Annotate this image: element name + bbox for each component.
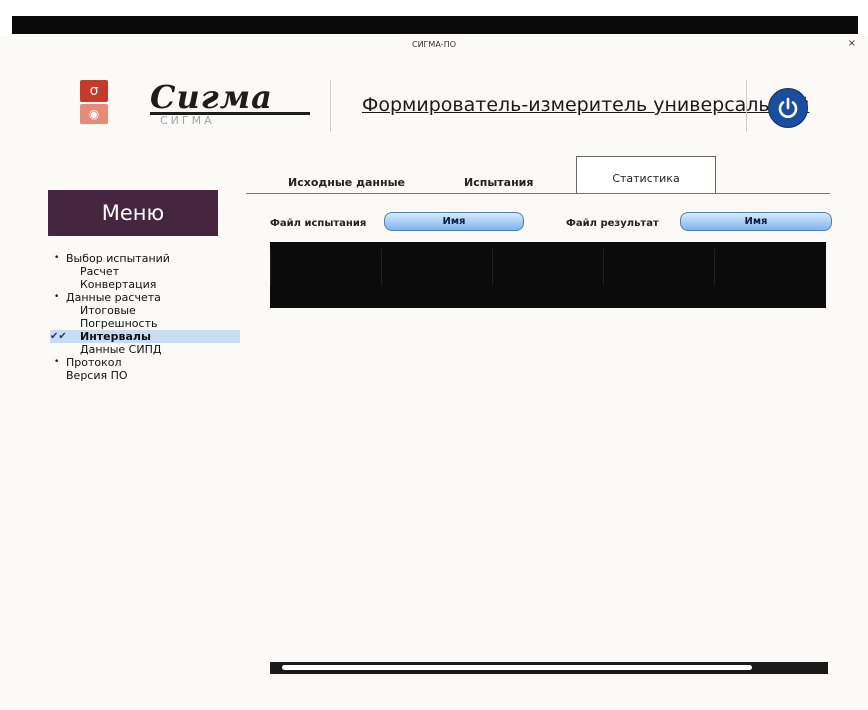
table-header-cell: [492, 249, 603, 285]
tab-divider: [246, 193, 830, 194]
result-file-label: Файл результат: [566, 218, 659, 229]
app-title: Формирователь-измеритель универсальный: [362, 94, 810, 116]
scrollbar-thumb[interactable]: [282, 665, 752, 670]
menu-item-sipd-data[interactable]: Данные СИПД: [50, 343, 240, 356]
bullet-icon: •: [54, 357, 60, 367]
menu-item-error[interactable]: Погрешность: [50, 317, 240, 330]
test-file-button[interactable]: Имя: [384, 212, 524, 231]
power-icon: [778, 97, 798, 118]
power-button[interactable]: [768, 88, 808, 128]
table-header-cell: [270, 249, 381, 285]
result-file-button[interactable]: Имя: [680, 212, 832, 231]
menu-item-label: Расчет: [80, 265, 120, 278]
bullet-icon: •: [54, 292, 60, 302]
close-icon[interactable]: ×: [848, 38, 856, 49]
menu-item-calculation[interactable]: Расчет: [50, 265, 240, 278]
test-file-label: Файл испытания: [270, 218, 367, 229]
window-title: СИГМА-ПО: [411, 40, 457, 49]
statistics-table[interactable]: [270, 242, 826, 308]
tab-bar: Исходные данные Испытания Статистика: [246, 156, 826, 194]
menu-item-label: Конвертация: [80, 278, 157, 291]
menu-item-label: Протокол: [66, 356, 122, 369]
tab-tests[interactable]: Испытания: [464, 176, 533, 189]
menu-item-conversion[interactable]: Конвертация: [50, 278, 240, 291]
menu-item-intervals[interactable]: ✔✔ Интервалы: [50, 330, 240, 343]
sidebar-menu: • Выбор испытаний Расчет Конвертация • Дан…: [50, 252, 240, 382]
menu-item-label: Данные СИПД: [80, 343, 162, 356]
header-divider: [330, 80, 331, 132]
table-header-cell: [714, 249, 825, 285]
menu-item-label: Данные расчета: [66, 291, 161, 304]
table-header-cell: [603, 249, 714, 285]
menu-item-label: Версия ПО: [66, 369, 128, 382]
horizontal-scrollbar[interactable]: [270, 662, 828, 674]
tab-source-data[interactable]: Исходные данные: [288, 176, 405, 189]
checkmark-icon: ✔✔: [50, 331, 67, 342]
menu-item-label: Погрешность: [80, 317, 158, 330]
header-divider: [746, 80, 747, 132]
menu-item-label: Интервалы: [80, 330, 151, 343]
logo-top-icon: σ: [80, 80, 108, 102]
sigma-logo-icon: σ ◉: [80, 80, 108, 126]
menu-item-protocol[interactable]: • Протокол: [50, 356, 240, 369]
top-bar: [0, 0, 868, 36]
menu-item-label: Выбор испытаний: [66, 252, 170, 265]
table-header-cell: [381, 249, 492, 285]
menu-item-totals[interactable]: Итоговые: [50, 304, 240, 317]
menu-item-label: Итоговые: [80, 304, 136, 317]
logo-bottom-icon: ◉: [80, 104, 108, 124]
menu-item-calculation-data[interactable]: • Данные расчета: [50, 291, 240, 304]
menu-item-test-selection[interactable]: • Выбор испытаний: [50, 252, 240, 265]
brand-name: Сигма: [150, 78, 273, 116]
menu-header: Меню: [48, 190, 218, 236]
menu-item-version[interactable]: Версия ПО: [50, 369, 240, 382]
title-strip: [12, 16, 858, 34]
brand-subtitle: СИГМА: [160, 114, 215, 127]
tab-statistics[interactable]: Статистика: [576, 156, 716, 193]
bullet-icon: •: [54, 253, 60, 263]
